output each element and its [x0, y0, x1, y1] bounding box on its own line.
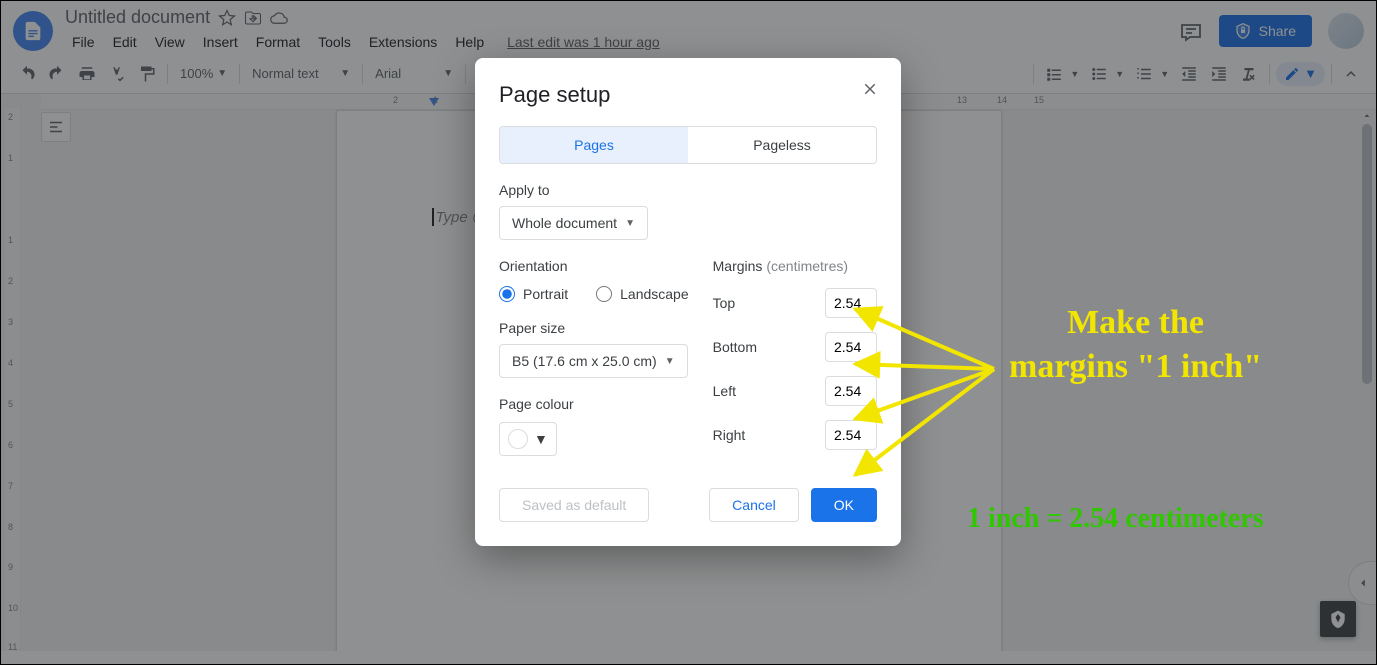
margins-unit: (centimetres)	[766, 258, 848, 274]
margin-top-input[interactable]	[825, 288, 877, 318]
caret-down-icon: ▼	[665, 356, 675, 367]
margin-left-input[interactable]	[825, 376, 877, 406]
colour-swatch-icon	[508, 429, 528, 449]
apply-to-label: Apply to	[499, 182, 877, 198]
apply-to-select[interactable]: Whole document ▼	[499, 206, 648, 240]
page-colour-label: Page colour	[499, 396, 689, 412]
ok-button[interactable]: OK	[811, 488, 877, 522]
margin-bottom-label: Bottom	[713, 339, 757, 355]
paper-size-select[interactable]: B5 (17.6 cm x 25.0 cm) ▼	[499, 344, 688, 378]
margin-top-label: Top	[713, 295, 736, 311]
tab-pageless[interactable]: Pageless	[688, 127, 876, 163]
cancel-button[interactable]: Cancel	[709, 488, 799, 522]
margin-right-label: Right	[713, 427, 746, 443]
landscape-radio-input[interactable]	[596, 286, 612, 302]
apply-to-value: Whole document	[512, 215, 617, 231]
portrait-radio-input[interactable]	[499, 286, 515, 302]
portrait-label: Portrait	[523, 286, 568, 302]
orientation-landscape-radio[interactable]: Landscape	[596, 286, 689, 302]
tab-bar: Pages Pageless	[499, 126, 877, 164]
orientation-label: Orientation	[499, 258, 689, 274]
caret-down-icon: ▼	[625, 218, 635, 229]
margin-left-label: Left	[713, 383, 736, 399]
margins-label-text: Margins	[713, 258, 763, 274]
margin-right-input[interactable]	[825, 420, 877, 450]
page-setup-dialog: Page setup Pages Pageless Apply to Whole…	[475, 58, 901, 546]
close-icon[interactable]	[859, 78, 881, 100]
dialog-title: Page setup	[499, 82, 877, 108]
margins-label: Margins (centimetres)	[713, 258, 877, 274]
margin-bottom-input[interactable]	[825, 332, 877, 362]
set-as-default-button[interactable]: Saved as default	[499, 488, 649, 522]
orientation-portrait-radio[interactable]: Portrait	[499, 286, 568, 302]
paper-size-value: B5 (17.6 cm x 25.0 cm)	[512, 353, 657, 369]
landscape-label: Landscape	[620, 286, 689, 302]
page-colour-select[interactable]: ▼	[499, 422, 557, 456]
tab-pages[interactable]: Pages	[500, 127, 688, 163]
paper-size-label: Paper size	[499, 320, 689, 336]
caret-down-icon: ▼	[534, 431, 548, 447]
